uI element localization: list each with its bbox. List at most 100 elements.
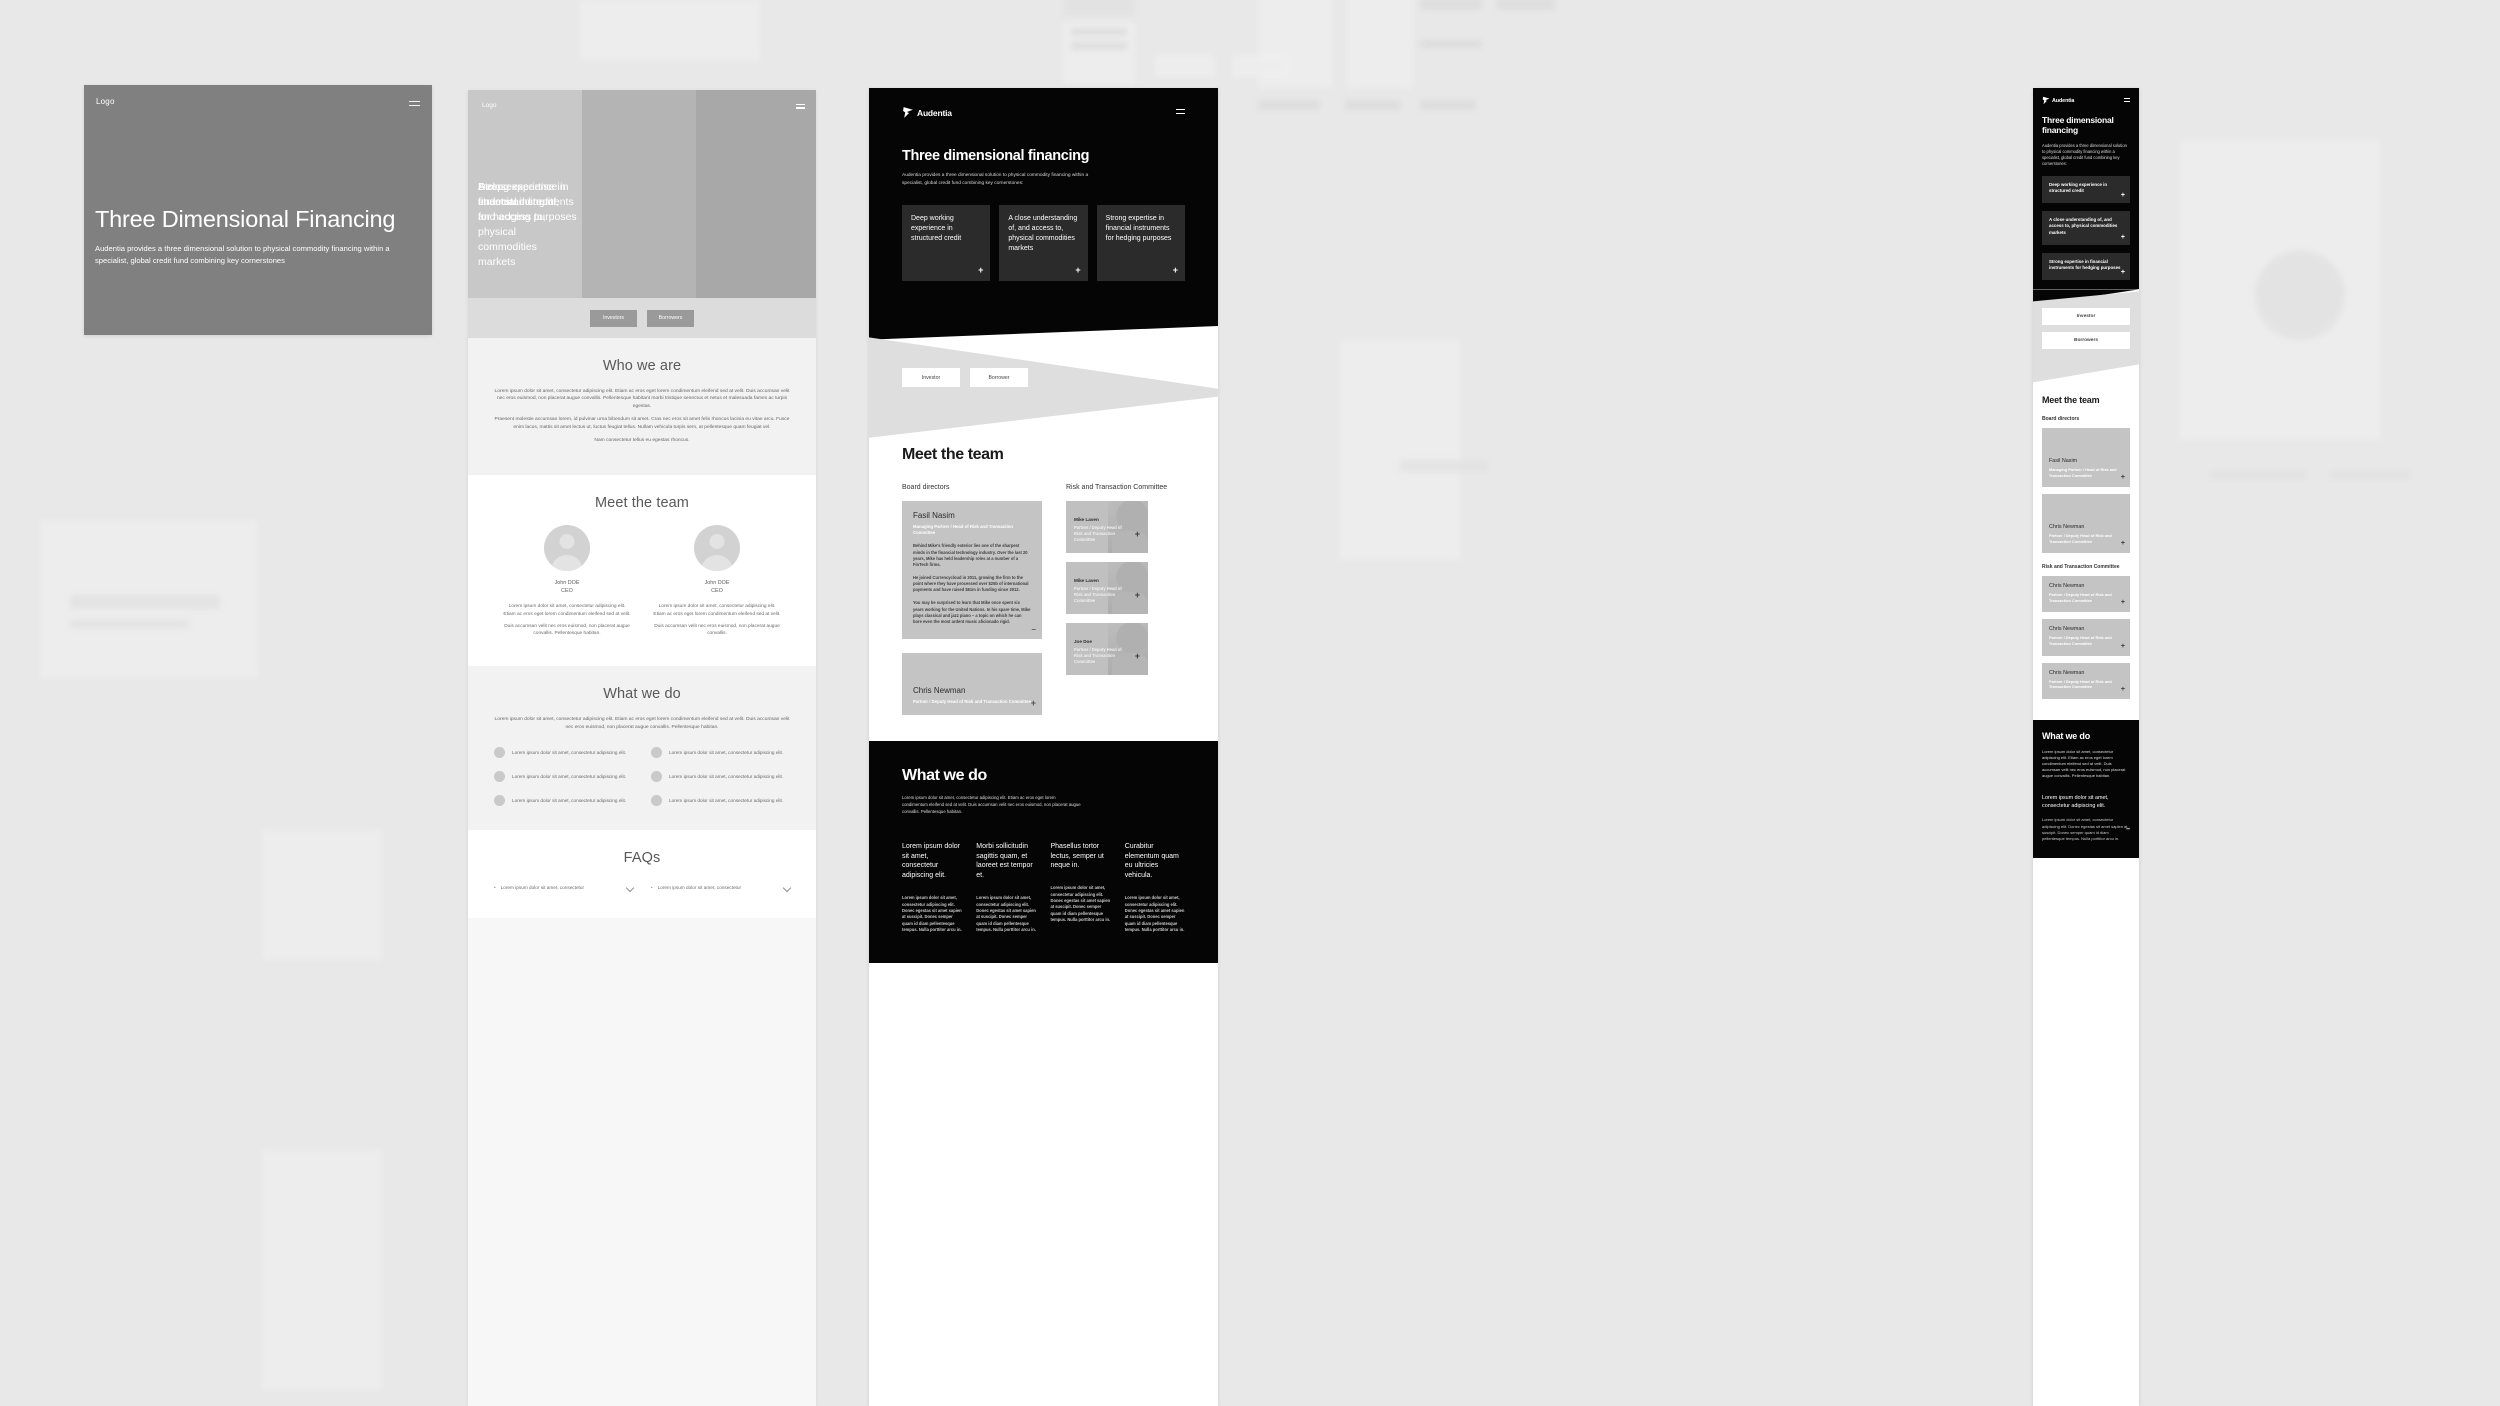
plus-icon[interactable]: + — [2121, 474, 2125, 481]
faqs-section: FAQs Lorem ipsum dolor sit amet, consect… — [468, 830, 816, 919]
bullet-text: Lorem ipsum dolor sit amet, consectetur … — [669, 798, 784, 804]
borrowers-button[interactable]: Borrowers — [647, 309, 694, 327]
investor-button[interactable]: Investor — [2042, 308, 2130, 326]
plus-icon[interactable]: + — [1135, 652, 1140, 661]
what-we-do-heading: What we do — [902, 766, 987, 784]
meet-the-team-section: Meet the team John DOE CEO Lorem ipsum d… — [468, 474, 816, 667]
hero-column-2: A close understanding of, and access to,… — [478, 90, 696, 298]
accordion-item[interactable]: A close understanding of, and access to,… — [2042, 211, 2130, 245]
faqs-heading: FAQs — [623, 850, 661, 867]
team-member-name: Fasil Nasim — [2049, 457, 2078, 464]
plus-icon[interactable]: + — [2121, 234, 2125, 241]
mobile-hero: Audentia Three dimensional financing Aud… — [2033, 88, 2139, 290]
who-we-are-section: Who we are Lorem ipsum dolor sit amet, c… — [468, 338, 816, 475]
list-item: Lorem ipsum dolor sit amet, consectetur … — [494, 771, 633, 783]
board-directors-label: Board directors — [2042, 416, 2080, 423]
who-we-are-paragraph: Lorem ipsum dolor sit amet, consectetur … — [494, 389, 790, 409]
hero-subtitle: Audentia provides a three dimensional so… — [95, 243, 390, 265]
risk-committee-label: Risk and Transaction Committee — [1066, 484, 1168, 491]
plus-icon[interactable]: + — [2121, 643, 2125, 650]
item-title: Morbi sollicitudin sagittis quam, et lao… — [976, 842, 1033, 880]
borrower-button[interactable]: Borrower — [970, 368, 1028, 387]
hamburger-menu-icon[interactable] — [2124, 98, 2130, 103]
borrowers-button[interactable]: Borrowers — [2042, 332, 2130, 350]
plus-icon[interactable]: + — [1173, 266, 1178, 275]
what-we-do-section: What we do Lorem ipsum dolor sit amet, c… — [2033, 719, 2139, 858]
chevron-down-icon[interactable] — [627, 884, 633, 890]
committee-member-card[interactable]: Chris Newman Partner / Deputy Head of Ri… — [2042, 619, 2130, 656]
plus-icon[interactable]: + — [1135, 591, 1140, 600]
item-title: Phasellus tortor lectus, semper ut neque… — [1050, 842, 1104, 870]
accordion-title: Deep working experience in structured cr… — [2049, 181, 2108, 193]
minus-icon[interactable]: – — [1032, 625, 1036, 633]
plus-icon[interactable]: + — [2121, 540, 2125, 547]
team-member-card[interactable]: John DOE CEO Lorem ipsum dolor sit amet,… — [653, 524, 781, 642]
brand-logo[interactable]: Audentia — [2042, 96, 2074, 105]
hero-copy-block: Three Dimensional Financing Audentia pro… — [95, 207, 421, 267]
chevron-down-icon[interactable] — [784, 884, 790, 890]
team-member-name: Chris Newman — [2049, 626, 2085, 633]
team-member-card[interactable]: Chris Newman Partner / Deputy Head of Ri… — [902, 652, 1042, 715]
pillar-card[interactable]: A close understanding of, and access to,… — [999, 205, 1088, 282]
risk-committee-label: Risk and Transaction Committee — [2042, 564, 2120, 571]
who-we-are-heading: Who we are — [602, 358, 682, 374]
team-member-card[interactable]: Chris Newman Partner / Deputy Head of Ri… — [2042, 494, 2130, 554]
plus-icon[interactable]: + — [2121, 599, 2125, 606]
plus-icon[interactable]: + — [978, 266, 983, 275]
faq-row[interactable]: Lorem ipsum dolor sit amet, consectetur — [651, 880, 790, 894]
pillar-card-text: Deep working experience in structured cr… — [911, 215, 962, 243]
item-body: Lorem ipsum dolor sit amet, consectetur … — [976, 895, 1036, 933]
mobile-dark-design-panel: Audentia Three dimensional financing Aud… — [2033, 88, 2139, 1406]
plus-icon[interactable]: + — [1135, 530, 1140, 539]
accordion-title: Strong expertise in financial instrument… — [2049, 258, 2121, 271]
minus-icon[interactable]: – — [2126, 826, 2130, 833]
meet-the-team-heading: Meet the team — [595, 494, 689, 511]
bullet-dot-icon — [651, 747, 662, 759]
what-we-do-section: What we do Lorem ipsum dolor sit amet, c… — [869, 740, 1218, 964]
team-member-name: John DOE — [704, 579, 730, 586]
pillar-card[interactable]: Strong expertise in financial instrument… — [1096, 205, 1185, 282]
desktop-dark-design-panel: Audentia Three dimensional financing Aud… — [869, 88, 1218, 1406]
team-member-card[interactable]: John DOE CEO Lorem ipsum dolor sit amet,… — [503, 524, 631, 642]
committee-member-card[interactable]: Chris Newman Partner / Deputy Head of Ri… — [2042, 662, 2130, 699]
team-member-name: Mike Laven — [1074, 517, 1099, 522]
featured-team-member-card[interactable]: Fasil Nasim Managing Partner / Head of R… — [902, 501, 1042, 639]
item-title: Curabitur elementum quam eu ultricies ve… — [1124, 842, 1179, 880]
committee-member-card[interactable]: Mike Laven Partner / Deputy Head of Risk… — [1066, 562, 1148, 614]
pillar-card[interactable]: Deep working experience in structured cr… — [902, 205, 991, 282]
what-we-do-item: Curabitur elementum quam eu ultricies ve… — [1125, 842, 1185, 934]
team-member-card[interactable]: Fasil Nasim Managing Partner / Head of R… — [2042, 427, 2130, 488]
list-item: Lorem ipsum dolor sit amet, consectetur … — [494, 747, 633, 759]
committee-member-card[interactable]: Mike Laven Partner / Deputy Head of Risk… — [1066, 501, 1148, 553]
investor-button[interactable]: Investor — [902, 368, 960, 387]
item-body: Lorem ipsum dolor sit amet, consectetur … — [1124, 895, 1185, 933]
committee-member-card[interactable]: Chris Newman Partner / Deputy Head of Ri… — [2042, 575, 2130, 613]
plus-icon[interactable]: + — [1075, 266, 1080, 275]
bullet-dot-icon — [494, 771, 505, 783]
faq-row[interactable]: Lorem ipsum dolor sit amet, consectetur — [494, 880, 633, 894]
team-member-bio: Duis accumsan velit nec eros euismod, no… — [504, 623, 630, 636]
hamburger-menu-icon[interactable] — [409, 101, 420, 109]
team-member-role: Managing Partner / Head of Risk and Tran… — [913, 524, 1014, 536]
accordion-item[interactable]: Deep working experience in structured cr… — [2042, 175, 2130, 204]
hamburger-menu-icon[interactable] — [796, 104, 805, 111]
item-body: Lorem ipsum dolor sit amet, consectetur … — [1050, 885, 1111, 923]
brand-logo[interactable]: Audentia — [902, 106, 952, 119]
committee-member-card[interactable]: Joe Doe Partner / Deputy Head of Risk an… — [1066, 623, 1148, 675]
plus-icon[interactable]: + — [2121, 192, 2125, 199]
bullet-text: Lorem ipsum dolor sit amet, consectetur … — [512, 774, 627, 780]
hamburger-menu-icon[interactable] — [1176, 109, 1185, 116]
what-we-do-lead: Lorem ipsum dolor sit amet, consectetur … — [494, 717, 790, 730]
team-member-name: Chris Newman — [913, 685, 966, 695]
who-we-are-paragraph: Nam consectetur tellus eu egestas rhoncu… — [594, 438, 690, 444]
plus-icon[interactable]: + — [1031, 699, 1036, 707]
accordion-item[interactable]: Strong expertise in financial instrument… — [2042, 252, 2130, 281]
investors-button[interactable]: Investors — [590, 309, 637, 327]
what-we-do-lead: Lorem ipsum dolor sit amet, consectetur … — [902, 794, 1081, 814]
page-title: Three Dimensional Financing — [95, 206, 396, 232]
page-title: Three dimensional financing — [2042, 115, 2114, 135]
plus-icon[interactable]: + — [2121, 686, 2125, 693]
meet-the-team-heading: Meet the team — [2042, 395, 2100, 406]
plus-icon[interactable]: + — [2121, 269, 2125, 276]
hero-subtitle: Audentia provides a three dimensional so… — [2042, 143, 2127, 167]
